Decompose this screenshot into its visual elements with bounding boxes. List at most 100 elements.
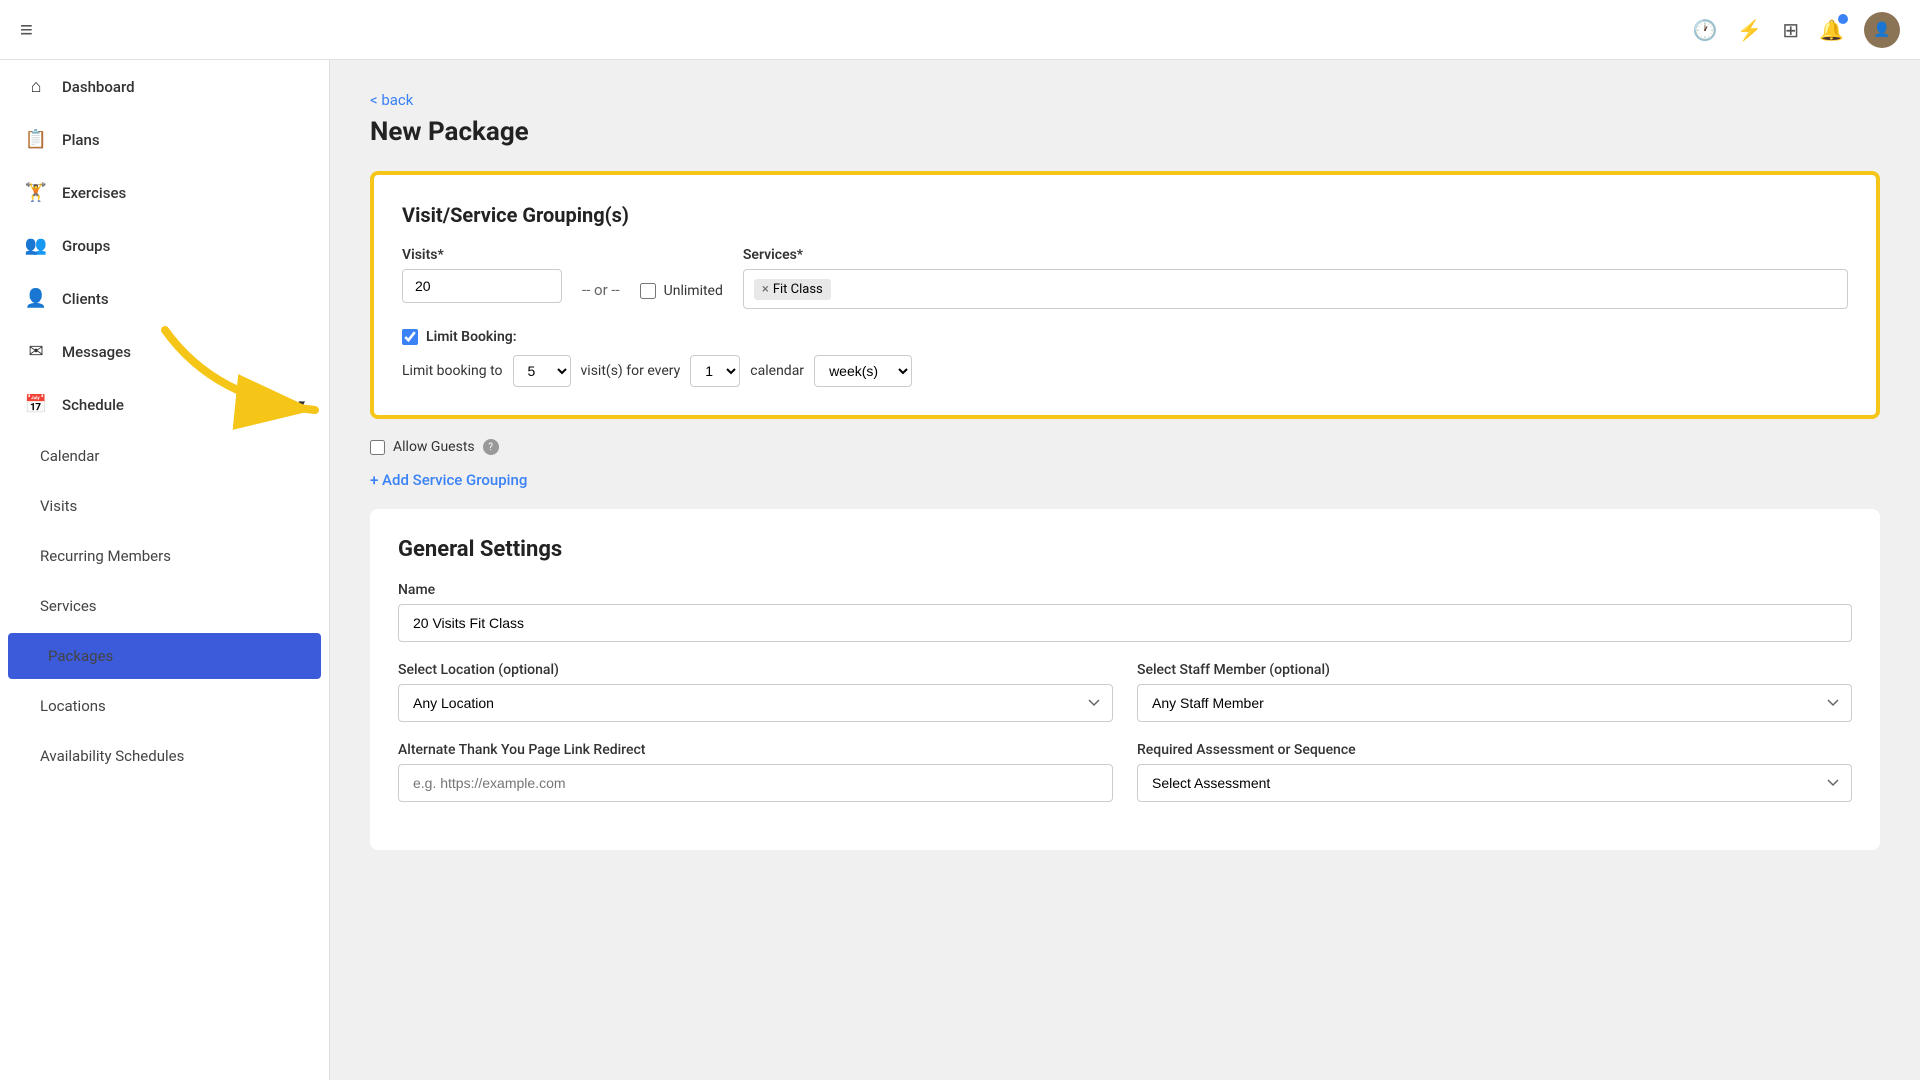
limit-booking-controls: Limit booking to 5 1 2 3 4 6 7 10 visit(…	[402, 355, 1848, 387]
allow-guests-checkbox[interactable]	[370, 440, 385, 455]
sidebar-label-groups: Groups	[62, 237, 110, 255]
hamburger-icon[interactable]: ≡	[20, 17, 33, 43]
visits-services-row: Visits* -- or -- Unlimited Services* ×	[402, 247, 1848, 309]
sidebar-item-exercises[interactable]: 🏋 Exercises	[0, 166, 329, 219]
sidebar-label-packages: Packages	[48, 647, 113, 665]
assessment-select[interactable]: Select Assessment	[1137, 764, 1852, 802]
clock-icon[interactable]: 🕐	[1693, 18, 1718, 42]
assessment-group: Required Assessment or Sequence Select A…	[1137, 742, 1852, 802]
location-group: Select Location (optional) Any Location	[398, 662, 1113, 722]
notification-badge	[1838, 14, 1848, 24]
allow-guests-section: Allow Guests ? + Add Service Grouping	[370, 439, 1880, 489]
sidebar-label-calendar: Calendar	[40, 447, 100, 465]
sidebar-label-locations: Locations	[40, 697, 106, 715]
thankyou-assessment-row: Alternate Thank You Page Link Redirect R…	[398, 742, 1852, 802]
sidebar-item-packages[interactable]: Packages	[8, 633, 321, 679]
lightning-icon[interactable]: ⚡	[1737, 18, 1762, 42]
sidebar-label-availability-schedules: Availability Schedules	[40, 747, 184, 765]
services-group: Services* × Fit Class	[743, 247, 1848, 309]
sidebar-item-services[interactable]: Services	[0, 581, 329, 631]
grid-icon[interactable]: ⊞	[1782, 18, 1799, 42]
sidebar-item-visits[interactable]: Visits	[0, 481, 329, 531]
limit-booking-row: Limit Booking:	[402, 329, 1848, 345]
general-settings-card: General Settings Name Select Location (o…	[370, 509, 1880, 850]
page-title: New Package	[370, 117, 1880, 147]
limit-booking-section: Limit Booking: Limit booking to 5 1 2 3 …	[402, 329, 1848, 387]
exercises-icon: 🏋	[24, 182, 48, 203]
sidebar-item-schedule[interactable]: 📅 Schedule ▾	[0, 378, 329, 431]
avatar[interactable]: 👤	[1864, 12, 1900, 48]
add-grouping-button[interactable]: + Add Service Grouping	[370, 471, 1880, 489]
sidebar-label-plans: Plans	[62, 131, 100, 149]
grouping-title: Visit/Service Grouping(s)	[402, 203, 1848, 227]
limit-every-select[interactable]: 1 2 3 4	[690, 355, 740, 387]
limit-text-1: Limit booking to	[402, 363, 503, 379]
sidebar-label-clients: Clients	[62, 290, 109, 308]
bell-icon[interactable]: 🔔	[1819, 18, 1844, 42]
main-content: < back New Package Visit/Service Groupin…	[330, 60, 1920, 1080]
sidebar-label-exercises: Exercises	[62, 184, 126, 202]
visits-label: Visits*	[402, 247, 562, 263]
staff-group: Select Staff Member (optional) Any Staff…	[1137, 662, 1852, 722]
sidebar-item-groups[interactable]: 👥 Groups	[0, 219, 329, 272]
messages-icon: ✉	[24, 341, 48, 362]
allow-guests-label: Allow Guests	[393, 439, 475, 455]
thankyou-group: Alternate Thank You Page Link Redirect	[398, 742, 1113, 802]
sidebar-label-recurring-members: Recurring Members	[40, 547, 171, 565]
thankyou-input[interactable]	[398, 764, 1113, 802]
visits-input[interactable]	[402, 269, 562, 303]
sidebar-item-clients[interactable]: 👤 Clients	[0, 272, 329, 325]
general-settings-title: General Settings	[398, 537, 1852, 562]
location-select[interactable]: Any Location	[398, 684, 1113, 722]
limit-booking-checkbox[interactable]	[402, 329, 418, 345]
remove-tag-icon[interactable]: ×	[762, 282, 769, 297]
groups-icon: 👥	[24, 235, 48, 256]
service-tag-label: Fit Class	[773, 282, 823, 297]
sidebar-label-dashboard: Dashboard	[62, 78, 135, 96]
sidebar-item-messages[interactable]: ✉ Messages	[0, 325, 329, 378]
unlimited-group: Unlimited	[640, 283, 723, 309]
name-label: Name	[398, 582, 1852, 598]
limit-period-select[interactable]: week(s) day(s) month(s)	[814, 355, 912, 387]
sidebar-item-recurring-members[interactable]: Recurring Members	[0, 531, 329, 581]
top-nav: ≡ 🕐 ⚡ ⊞ 🔔 👤	[0, 0, 1920, 60]
unlimited-checkbox[interactable]	[640, 283, 656, 299]
staff-label: Select Staff Member (optional)	[1137, 662, 1852, 678]
name-input[interactable]	[398, 604, 1852, 642]
or-separator: -- or --	[582, 281, 620, 309]
assessment-label: Required Assessment or Sequence	[1137, 742, 1852, 758]
grouping-card: Visit/Service Grouping(s) Visits* -- or …	[370, 171, 1880, 419]
sidebar-sub-group-schedule: Calendar Visits Recurring Members Servic…	[0, 431, 329, 781]
thankyou-label: Alternate Thank You Page Link Redirect	[398, 742, 1113, 758]
schedule-icon: 📅	[24, 394, 48, 415]
sidebar-label-messages: Messages	[62, 343, 131, 361]
sidebar: ⌂ Dashboard 📋 Plans 🏋 Exercises 👥 Groups…	[0, 60, 330, 1080]
sidebar-item-dashboard[interactable]: ⌂ Dashboard	[0, 60, 329, 113]
visits-group: Visits*	[402, 247, 562, 303]
plans-icon: 📋	[24, 129, 48, 150]
limit-visits-select[interactable]: 5 1 2 3 4 6 7 10	[513, 355, 571, 387]
services-label: Services*	[743, 247, 1848, 263]
staff-select[interactable]: Any Staff Member	[1137, 684, 1852, 722]
sidebar-item-availability-schedules[interactable]: Availability Schedules	[0, 731, 329, 781]
services-input[interactable]: × Fit Class	[743, 269, 1848, 309]
sidebar-label-services: Services	[40, 597, 97, 615]
sidebar-item-plans[interactable]: 📋 Plans	[0, 113, 329, 166]
back-link[interactable]: < back	[370, 91, 413, 109]
clients-icon: 👤	[24, 288, 48, 309]
service-tag: × Fit Class	[754, 279, 831, 300]
location-staff-row: Select Location (optional) Any Location …	[398, 662, 1852, 722]
sidebar-item-locations[interactable]: Locations	[0, 681, 329, 731]
home-icon: ⌂	[24, 76, 48, 97]
limit-text-2: visit(s) for every	[581, 363, 681, 379]
name-field-group: Name	[398, 582, 1852, 642]
chevron-down-icon: ▾	[298, 397, 305, 412]
sidebar-label-schedule: Schedule	[62, 396, 124, 414]
limit-booking-label: Limit Booking:	[426, 329, 517, 345]
sidebar-label-visits: Visits	[40, 497, 77, 515]
help-icon[interactable]: ?	[483, 439, 499, 455]
location-label: Select Location (optional)	[398, 662, 1113, 678]
sidebar-item-calendar[interactable]: Calendar	[0, 431, 329, 481]
limit-text-3: calendar	[750, 363, 804, 379]
allow-guests-row: Allow Guests ?	[370, 439, 1880, 455]
